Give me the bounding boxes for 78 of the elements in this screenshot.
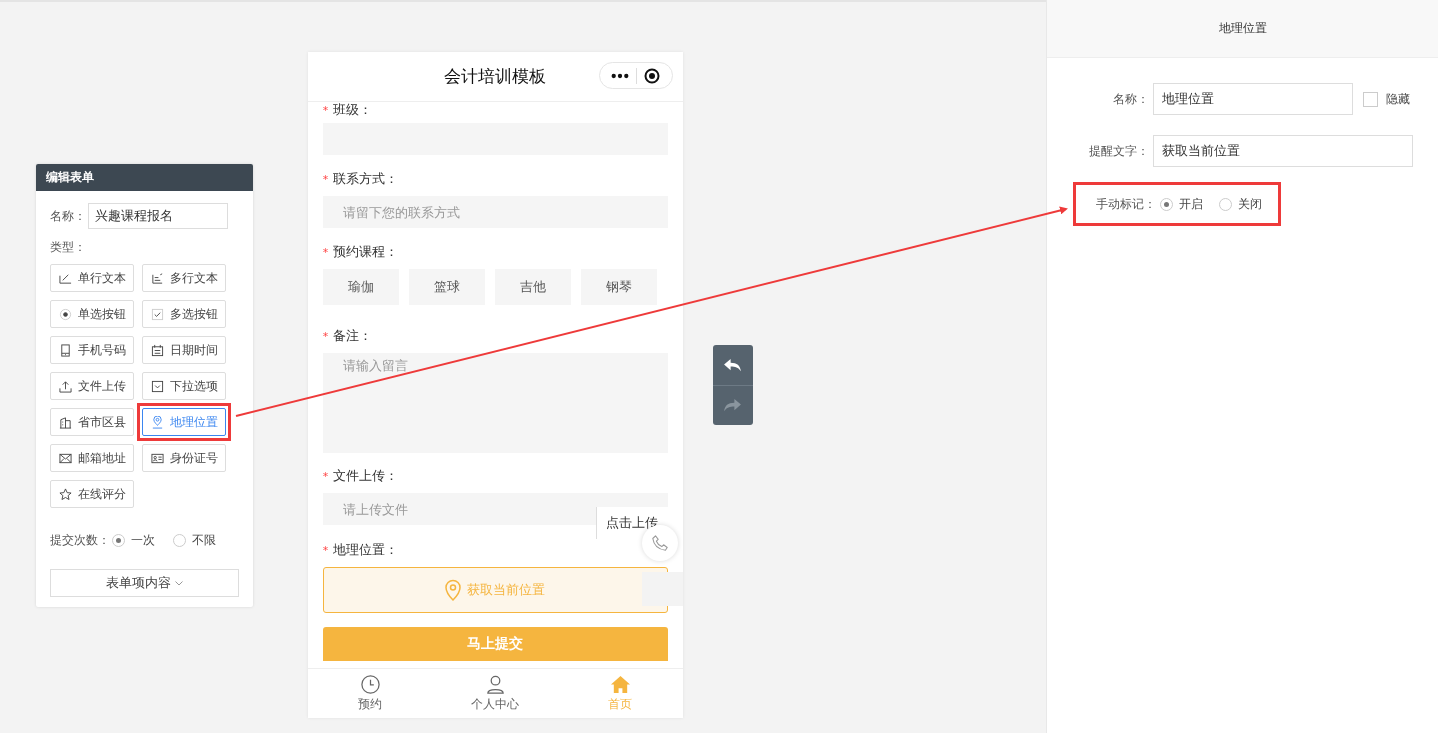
checkbox[interactable]: [1363, 91, 1379, 107]
field-label: 班级：: [333, 102, 373, 119]
radio-button[interactable]: [173, 534, 186, 547]
region-icon: [59, 415, 72, 429]
panel-title: 编辑表单: [36, 164, 253, 191]
home-icon: [609, 674, 631, 695]
required-mark: *: [322, 543, 329, 557]
field-label: 手动标记：: [1095, 195, 1158, 213]
target-icon: [644, 67, 661, 84]
field-label: 名称：: [50, 207, 86, 225]
caret-icon: [175, 580, 183, 586]
required-mark: *: [322, 103, 329, 117]
tab-bar-item[interactable]: 预约: [307, 669, 433, 718]
field-type-button[interactable]: 日期时间: [142, 336, 226, 364]
option-label: 不限: [192, 532, 216, 549]
option-label: 开启: [1179, 195, 1204, 213]
location-icon: [151, 415, 164, 429]
email-icon: [59, 451, 72, 465]
field-label: 地理位置：: [333, 541, 399, 559]
field-label: 提交次数：: [50, 532, 110, 549]
required-mark: *: [322, 172, 329, 186]
undo-icon: [723, 357, 743, 373]
name-field[interactable]: 地理位置: [1153, 83, 1354, 115]
message-field[interactable]: 请输入留言: [322, 353, 668, 453]
rating-icon: [59, 487, 72, 501]
field-type-button[interactable]: 文件上传: [50, 372, 134, 400]
tab-bar-item[interactable]: 个人中心: [432, 669, 558, 718]
field-type-button[interactable]: 省市区县: [50, 408, 134, 436]
field-type-button[interactable]: 身份证号: [142, 444, 226, 472]
checkbox-icon: [151, 307, 164, 321]
field-type-button[interactable]: 多选按钮: [142, 300, 226, 328]
required-mark: *: [322, 245, 329, 259]
field-type-button[interactable]: 单选按钮: [50, 300, 134, 328]
hint-field[interactable]: 获取当前位置: [1153, 135, 1414, 167]
field-type-button[interactable]: 邮箱地址: [50, 444, 134, 472]
more-icon: [611, 72, 630, 79]
option-label: 一次: [131, 532, 155, 549]
radio-button[interactable]: [1219, 197, 1233, 211]
field-type-button[interactable]: 手机号码: [50, 336, 134, 364]
phone-icon: [59, 343, 72, 357]
field-label: 预约课程：: [333, 243, 399, 261]
course-option[interactable]: 篮球: [408, 269, 485, 305]
panel-title: 地理位置: [1218, 20, 1267, 37]
field-label: 名称：: [1112, 90, 1151, 108]
field-label: 文件上传：: [333, 467, 399, 485]
field-type-button[interactable]: 在线评分: [50, 480, 134, 508]
page-title: 会计培训模板: [444, 65, 547, 88]
checkbox-label: 隐藏: [1386, 90, 1411, 108]
name-field[interactable]: 兴趣课程报名: [88, 203, 228, 229]
field-label: 类型：: [50, 239, 87, 256]
select-icon: [151, 379, 164, 393]
input-field[interactable]: 请留下您的联系方式: [322, 196, 668, 228]
location-pin-icon: [445, 579, 462, 601]
form-items-button[interactable]: 表单项内容: [50, 569, 239, 597]
required-mark: *: [322, 469, 329, 483]
id-icon: [151, 451, 164, 465]
person-icon: [484, 674, 506, 695]
radio-button[interactable]: [1160, 197, 1174, 211]
radio-button[interactable]: [112, 534, 125, 547]
field-label: 备注：: [333, 327, 373, 345]
course-option[interactable]: 钢琴: [580, 269, 657, 305]
field-label: 联系方式：: [333, 170, 399, 188]
clock-icon: [359, 674, 381, 695]
textarea-icon: [151, 271, 164, 285]
date-icon: [151, 343, 164, 357]
phone-icon: [650, 534, 669, 552]
option-label: 关闭: [1238, 195, 1263, 213]
upload-icon: [59, 379, 72, 393]
field-type-button[interactable]: 地理位置: [142, 408, 226, 436]
redo-icon: [723, 398, 743, 413]
field-type-button[interactable]: 下拉选项: [142, 372, 226, 400]
radio-icon: [59, 307, 72, 321]
course-option[interactable]: 吉他: [494, 269, 571, 305]
course-option[interactable]: 瑜伽: [322, 269, 399, 305]
field-label: 提醒文字：: [1088, 142, 1151, 160]
field-type-button[interactable]: 多行文本: [142, 264, 226, 292]
required-mark: *: [322, 329, 329, 343]
field-type-button[interactable]: 单行文本: [50, 264, 134, 292]
